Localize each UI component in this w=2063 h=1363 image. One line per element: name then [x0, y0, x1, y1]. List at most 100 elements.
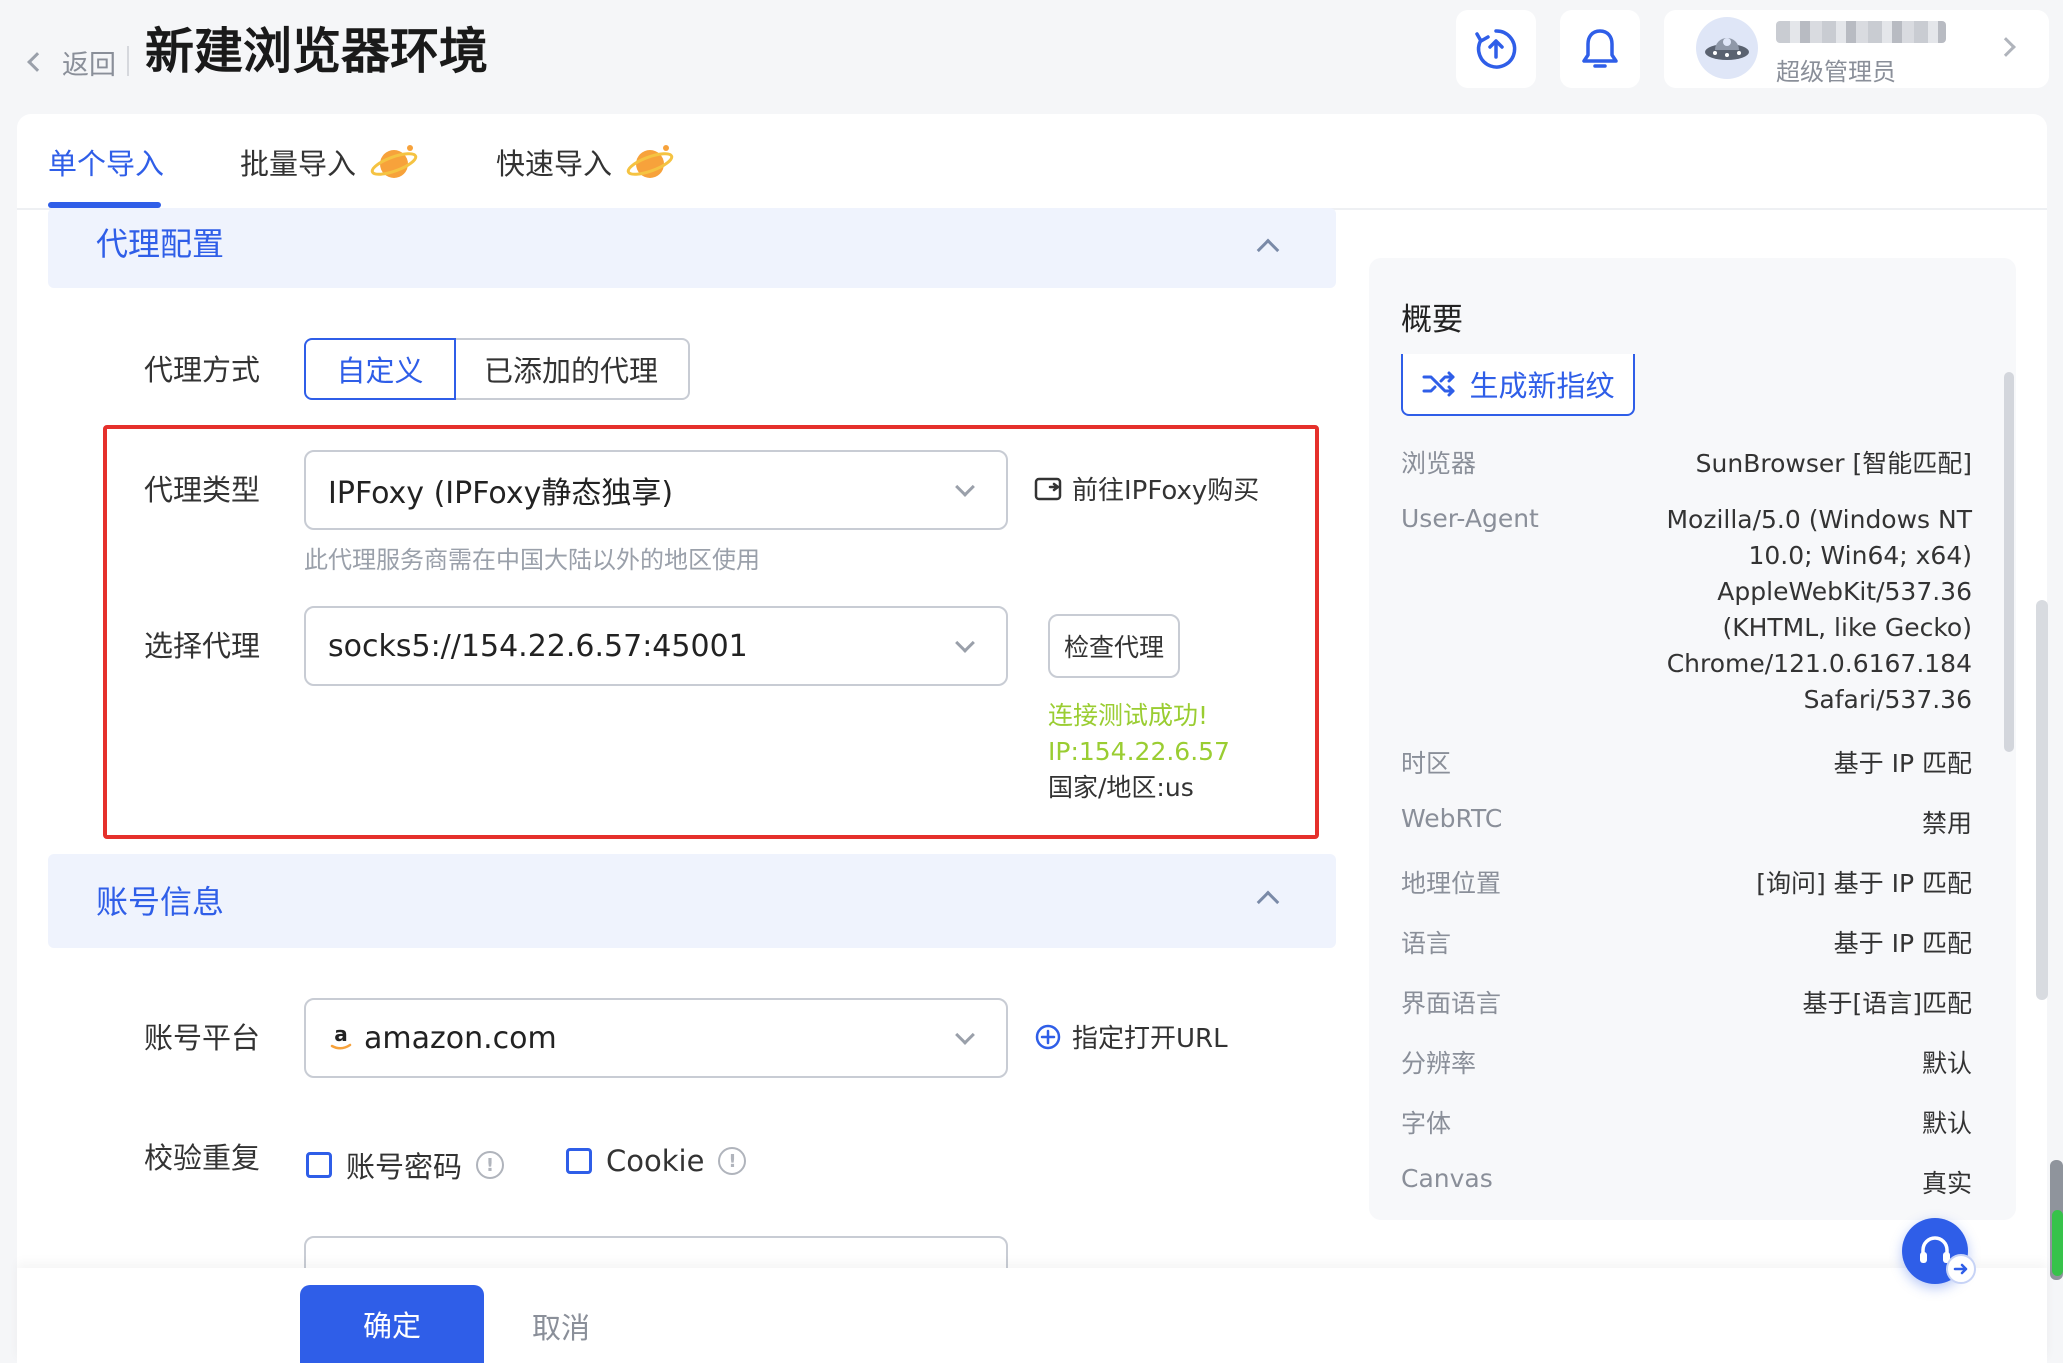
buy-ipfoxy-link[interactable]: 前往IPFoxy购买	[1034, 470, 1259, 507]
summary-key: WebRTC	[1401, 804, 1503, 833]
confirm-button[interactable]: 确定	[300, 1285, 484, 1363]
chevron-down-icon	[955, 633, 975, 653]
external-link-icon	[1034, 477, 1062, 500]
amazon-icon: a	[328, 1023, 354, 1053]
proxy-address-value: socks5://154.22.6.57:45001	[328, 628, 748, 664]
tab-label: 批量导入	[240, 147, 357, 181]
verify-cookie-label: Cookie	[606, 1144, 705, 1178]
summary-key: 浏览器	[1401, 449, 1477, 478]
summary-key: 语言	[1401, 929, 1452, 958]
summary-key: 界面语言	[1401, 989, 1502, 1018]
header-divider	[127, 46, 129, 76]
account-section-header[interactable]	[48, 854, 1336, 948]
chevron-up-icon	[1256, 238, 1280, 262]
summary-value: 默认	[1921, 1049, 1972, 1078]
sync-button[interactable]	[1456, 10, 1536, 88]
summary-panel: 概要 生成新指纹 浏览器 SunBrowser [智能匹配] User-Agen…	[1369, 258, 2016, 1220]
chevron-down-icon	[955, 1025, 975, 1045]
select-proxy-label: 选择代理	[144, 629, 261, 663]
verify-password-label: 账号密码	[346, 1150, 463, 1184]
open-url-link[interactable]: 指定打开URL	[1034, 1018, 1228, 1055]
open-url-label: 指定打开URL	[1072, 1024, 1228, 1054]
ufo-icon	[1705, 38, 1749, 60]
ua-line: 10.0; Win64; x64)	[1748, 541, 1972, 570]
shuffle-icon	[1422, 371, 1455, 397]
generate-fingerprint-button[interactable]: 生成新指纹	[1401, 354, 1635, 416]
svg-text:a: a	[334, 1023, 348, 1046]
verify-password-option[interactable]: 账号密码 !	[306, 1144, 505, 1186]
summary-value: 基于 IP 匹配	[1833, 749, 1972, 778]
tab-quick-import[interactable]: 快速导入	[496, 140, 678, 184]
page-title: 新建浏览器环境	[145, 23, 489, 80]
verify-duplicate-label: 校验重复	[144, 1141, 261, 1175]
summary-scrollbar[interactable]	[2004, 372, 2014, 752]
proxy-mode-saved[interactable]: 已添加的代理	[454, 338, 690, 400]
test-ip-text: IP:154.22.6.57	[1048, 737, 1230, 766]
summary-value: 基于 IP 匹配	[1833, 929, 1972, 958]
bell-icon	[1582, 29, 1618, 68]
summary-title: 概要	[1401, 302, 1463, 338]
summary-key: 时区	[1401, 749, 1452, 778]
avatar	[1696, 17, 1758, 79]
proxy-type-select[interactable]: IPFoxy (IPFoxy静态独享)	[304, 450, 1008, 530]
proxy-type-label: 代理类型	[144, 473, 261, 507]
proxy-section-title: 代理配置	[96, 225, 225, 263]
proxy-address-select[interactable]: socks5://154.22.6.57:45001	[304, 606, 1008, 686]
cancel-button[interactable]: 取消	[532, 1305, 590, 1347]
info-icon: !	[718, 1147, 747, 1175]
chevron-down-icon	[955, 477, 975, 497]
ua-line: Chrome/121.0.6167.184	[1666, 649, 1972, 678]
tab-single-import[interactable]: 单个导入	[48, 140, 164, 184]
summary-key: Canvas	[1401, 1164, 1493, 1193]
test-success-text: 连接测试成功!	[1048, 701, 1209, 730]
summary-key: User-Agent	[1401, 504, 1539, 533]
checkbox[interactable]	[566, 1148, 592, 1174]
notification-button[interactable]	[1560, 10, 1640, 88]
user-role: 超级管理员	[1776, 58, 1896, 86]
chevron-right-icon	[1996, 37, 2016, 57]
tab-batch-import[interactable]: 批量导入	[240, 140, 422, 184]
side-indicator	[2052, 1210, 2063, 1276]
ua-line: AppleWebKit/537.36	[1717, 577, 1972, 606]
platform-select[interactable]: a amazon.com	[304, 998, 1008, 1078]
platform-label: 账号平台	[144, 1021, 261, 1055]
check-proxy-button[interactable]: 检查代理	[1048, 614, 1180, 678]
user-name-blurred	[1776, 21, 1946, 43]
checkbox[interactable]	[306, 1152, 332, 1178]
planet-icon	[626, 145, 674, 178]
tab-label: 快速导入	[496, 147, 613, 181]
summary-key: 分辨率	[1401, 1049, 1477, 1078]
proxy-type-hint: 此代理服务商需在中国大陆以外的地区使用	[304, 546, 760, 574]
plus-circle-icon	[1035, 1024, 1061, 1049]
summary-value: 禁用	[1921, 809, 1972, 838]
sync-icon	[1475, 29, 1517, 69]
buy-link-label: 前往IPFoxy购买	[1072, 476, 1260, 506]
page-scrollbar[interactable]	[2036, 600, 2048, 1000]
summary-value: 真实	[1921, 1169, 1972, 1198]
generate-label: 生成新指纹	[1469, 369, 1615, 403]
summary-value: SunBrowser [智能匹配]	[1695, 449, 1972, 478]
ua-line: (KHTML, like Gecko)	[1722, 613, 1972, 642]
ua-line: Mozilla/5.0 (Windows NT	[1666, 505, 1972, 534]
ua-line: Safari/537.36	[1803, 685, 1972, 714]
summary-key: 字体	[1401, 1109, 1452, 1138]
tab-label: 单个导入	[48, 147, 165, 181]
proxy-mode-label: 代理方式	[144, 353, 261, 387]
proxy-type-value: IPFoxy (IPFoxy静态独享)	[328, 476, 674, 511]
proxy-mode-custom[interactable]: 自定义	[304, 338, 456, 400]
proxy-section-header[interactable]	[48, 208, 1336, 288]
user-menu[interactable]: 超级管理员	[1664, 10, 2049, 88]
info-icon: !	[476, 1151, 505, 1179]
summary-value: 基于[语言]匹配	[1802, 989, 1972, 1018]
chevron-up-icon	[1256, 890, 1280, 914]
back-link[interactable]: 返回	[24, 40, 116, 84]
summary-value: [询问] 基于 IP 匹配	[1756, 869, 1972, 898]
planet-icon	[370, 145, 418, 178]
summary-key: 地理位置	[1401, 869, 1502, 898]
verify-cookie-option[interactable]: Cookie !	[566, 1144, 747, 1178]
test-region-text: 国家/地区:us	[1048, 773, 1194, 802]
arrow-right-icon	[1946, 1254, 1976, 1284]
summary-value: 默认	[1921, 1109, 1972, 1138]
chevron-left-icon	[27, 52, 47, 72]
platform-value: amazon.com	[364, 1020, 557, 1056]
